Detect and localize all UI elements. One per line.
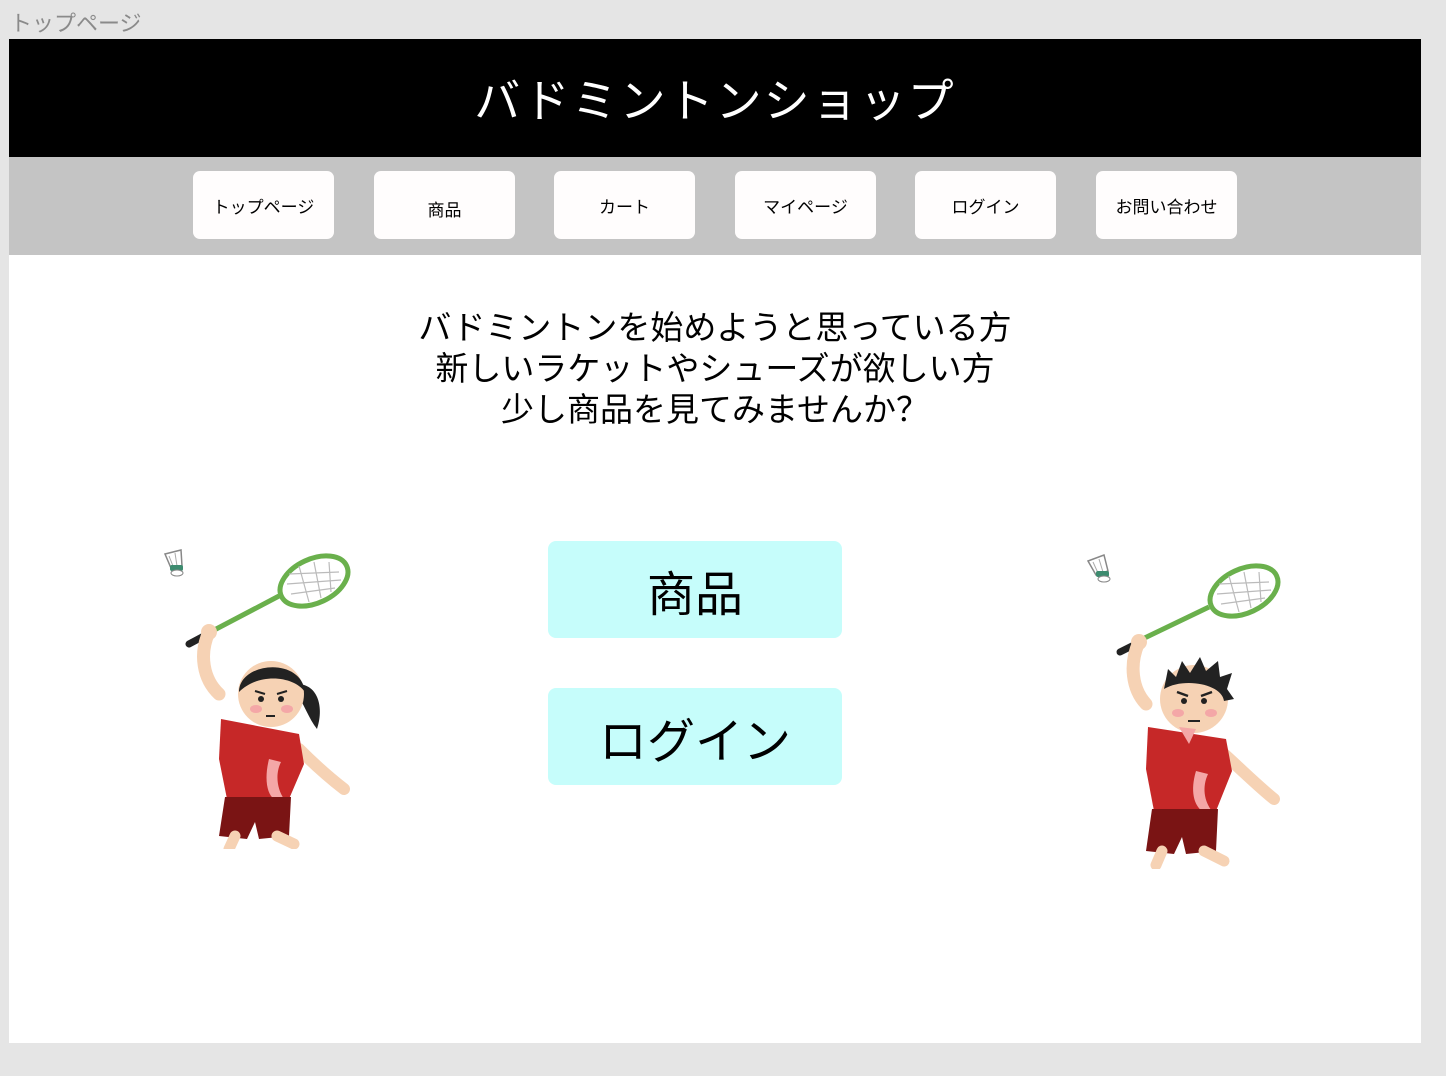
nav-label: マイページ — [763, 197, 848, 218]
intro-line: バドミントンを始めようと思っている方 — [418, 308, 1012, 347]
nav-login-button[interactable]: ログイン — [915, 171, 1056, 239]
nav-mypage-button[interactable]: マイページ — [735, 171, 876, 239]
login-button-label: ログイン — [598, 713, 791, 770]
page-frame: バドミントンショップ トップページ 商品 カート マイページ ログイン お問い合… — [9, 39, 1421, 1043]
site-title: バドミントンショップ — [474, 74, 956, 128]
male-badminton-player-illustration — [1086, 554, 1281, 869]
site-header: バドミントンショップ — [9, 39, 1421, 157]
shuttlecock-icon — [1086, 554, 1111, 583]
nav-cart-button[interactable]: カート — [554, 171, 695, 239]
products-button-label: 商品 — [646, 566, 743, 623]
intro-text: バドミントンを始めようと思っている方 新しいラケットやシューズが欲しい方 少し商… — [9, 307, 1421, 430]
nav-contact-button[interactable]: お問い合わせ — [1096, 171, 1237, 239]
nav-label: 商品 — [427, 200, 462, 221]
products-button[interactable]: 商品 — [548, 541, 842, 638]
nav-label: トップページ — [212, 197, 315, 218]
shuttlecock-icon — [163, 549, 184, 577]
nav-bar: トップページ 商品 カート マイページ ログイン お問い合わせ — [9, 157, 1421, 255]
nav-products-button[interactable]: 商品 — [374, 171, 515, 239]
intro-line: 新しいラケットやシューズが欲しい方 — [435, 349, 995, 388]
female-badminton-player-illustration — [163, 549, 351, 849]
nav-label: ログイン — [951, 197, 1020, 218]
nav-top-page-button[interactable]: トップページ — [193, 171, 334, 239]
nav-label: カート — [599, 197, 650, 218]
nav-label: お問い合わせ — [1115, 197, 1218, 218]
intro-line: 少し商品を見てみませんか？ — [500, 390, 929, 429]
frame-label: トップページ — [10, 12, 142, 37]
login-button[interactable]: ログイン — [548, 688, 842, 785]
